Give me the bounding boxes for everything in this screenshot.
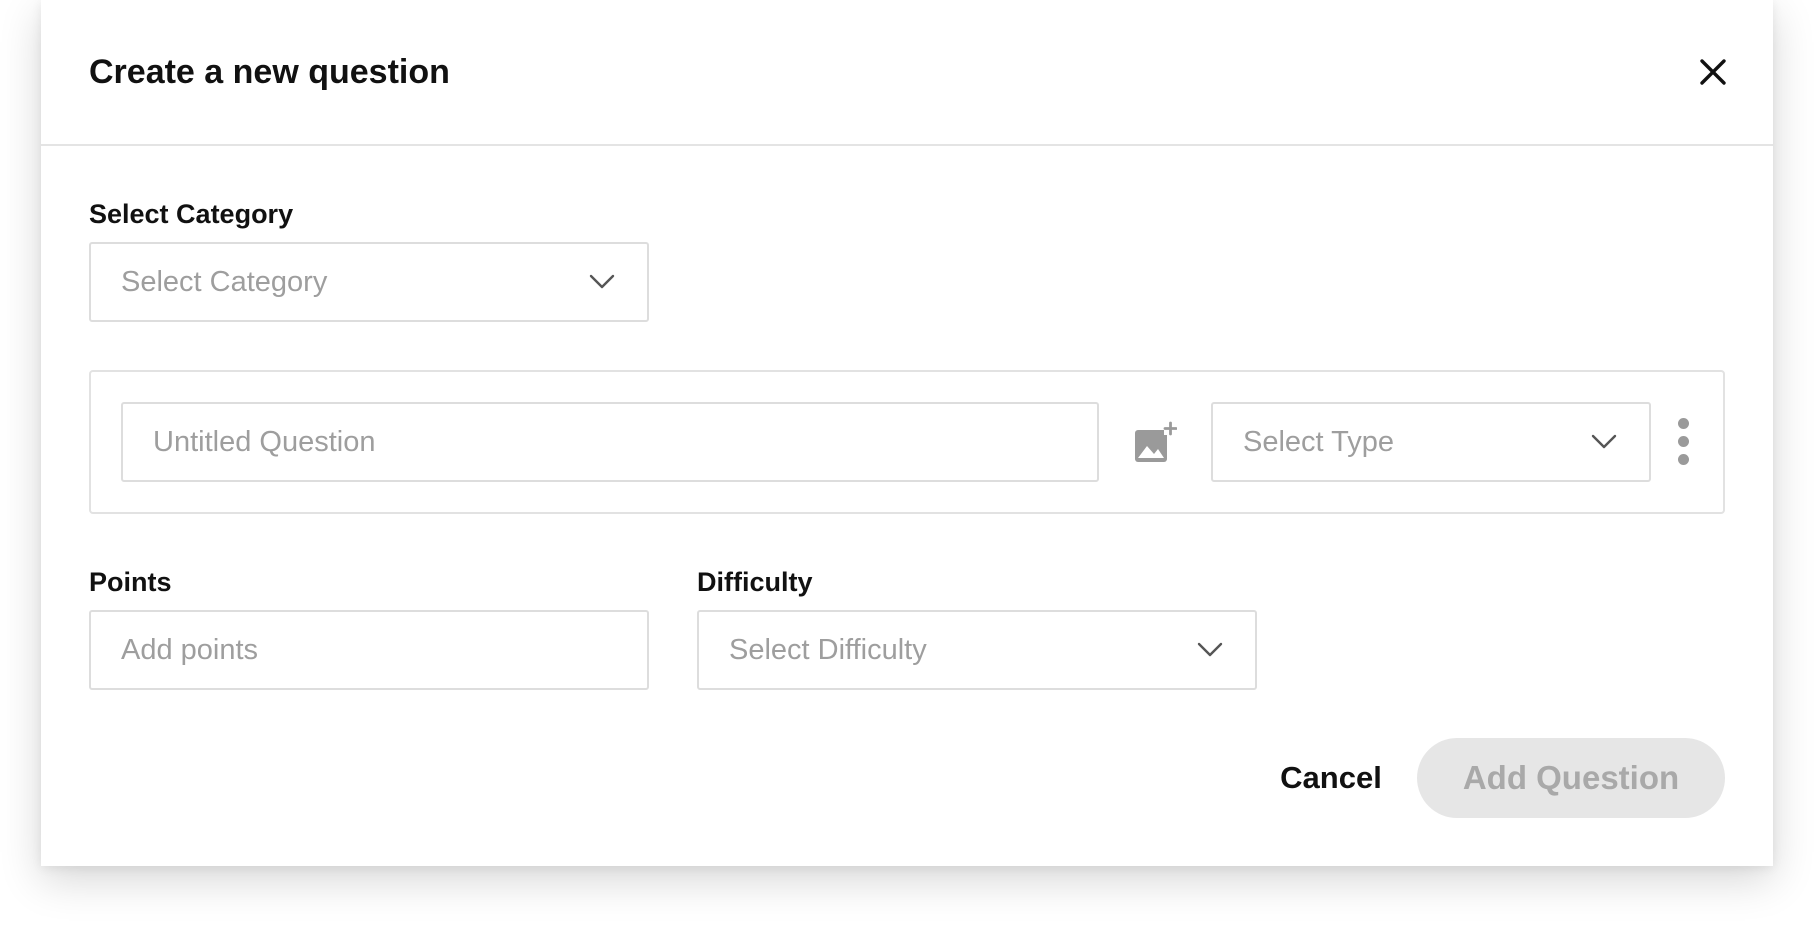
difficulty-select-value: Select Difficulty [729, 634, 927, 666]
question-type-value: Select Type [1243, 426, 1395, 458]
question-title-input[interactable] [123, 404, 1097, 480]
add-question-button[interactable]: Add Question [1417, 738, 1725, 818]
modal-header: Create a new question [41, 0, 1773, 146]
question-type-select[interactable]: Select Type [1211, 402, 1651, 482]
cancel-button[interactable]: Cancel [1271, 756, 1391, 800]
close-button[interactable] [1691, 50, 1735, 94]
add-photo-icon [1135, 421, 1177, 462]
chevron-down-icon [1591, 434, 1617, 450]
difficulty-label: Difficulty [697, 567, 813, 597]
modal-title: Create a new question [89, 53, 450, 91]
category-label: Select Category [89, 199, 294, 229]
category-select[interactable]: Select Category [89, 242, 649, 322]
chevron-down-icon [589, 274, 615, 290]
points-field[interactable] [89, 610, 649, 690]
close-icon [1700, 59, 1726, 85]
add-image-button[interactable] [1133, 420, 1177, 464]
more-vertical-icon [1678, 418, 1689, 429]
difficulty-select[interactable]: Select Difficulty [697, 610, 1257, 690]
points-input[interactable] [91, 612, 647, 688]
category-select-value: Select Category [121, 266, 328, 298]
question-title-field[interactable] [121, 402, 1099, 482]
more-options-button[interactable] [1673, 416, 1693, 468]
create-question-modal: Create a new question Select Category Se… [41, 0, 1773, 866]
points-label: Points [89, 567, 172, 597]
chevron-down-icon [1197, 642, 1223, 658]
